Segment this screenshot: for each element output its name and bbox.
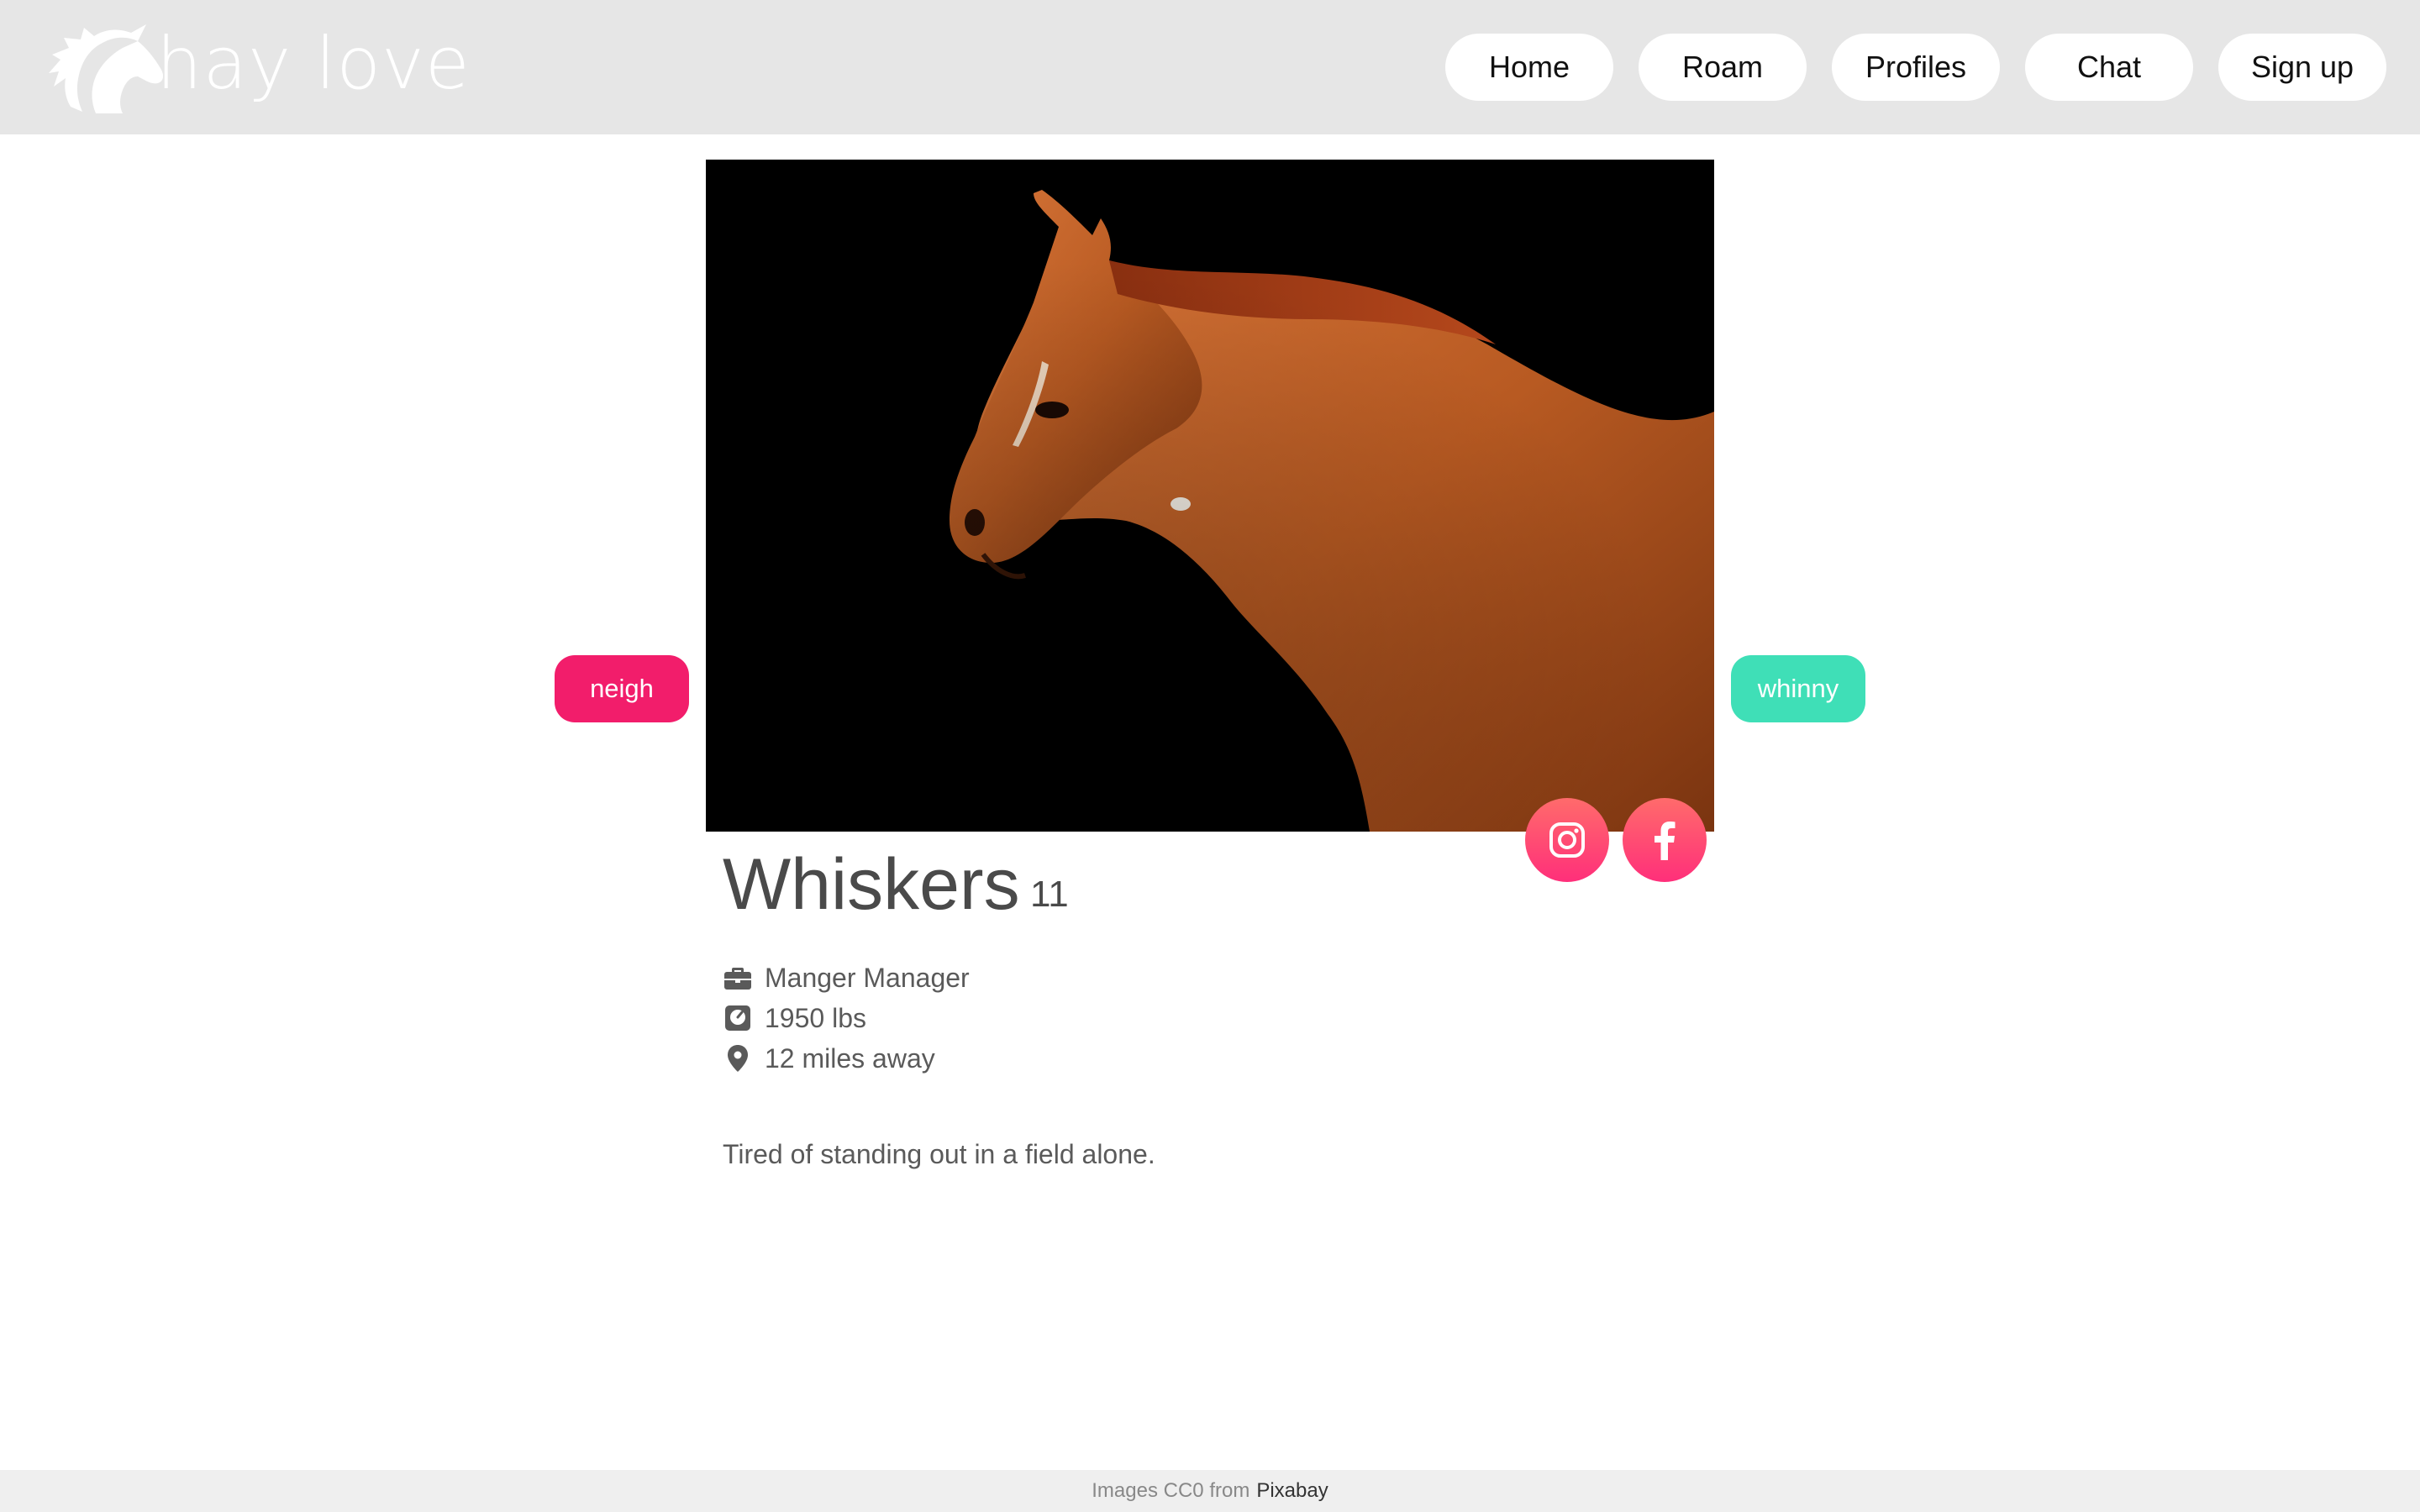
site-header: hay love Home Roam Profiles Chat Sign up (0, 0, 2420, 134)
facebook-button[interactable] (1623, 798, 1707, 882)
profile-photo (706, 160, 1714, 832)
main-nav: Home Roam Profiles Chat Sign up (1445, 34, 2386, 101)
whinny-button[interactable]: whinny (1731, 655, 1865, 722)
detail-distance: 12 miles away (723, 1038, 970, 1079)
scale-icon (725, 1005, 750, 1031)
weight-text: 1950 lbs (765, 1002, 866, 1033)
job-text: Manger Manager (765, 962, 970, 993)
profile-bio: Tired of standing out in a field alone. (723, 1139, 1155, 1169)
horse-head-icon (49, 24, 164, 113)
nav-profiles-button[interactable]: Profiles (1832, 34, 2000, 101)
nav-signup-button[interactable]: Sign up (2218, 34, 2386, 101)
briefcase-icon (724, 968, 751, 990)
chestnut-horse-photo (706, 160, 1714, 832)
detail-job: Manger Manager (723, 958, 970, 998)
pixabay-link[interactable]: Pixabay (1256, 1479, 1328, 1503)
profile-age: 11 (1030, 874, 1069, 915)
instagram-icon (1549, 822, 1585, 858)
profile-details: Manger Manager 1950 lbs 12 miles away (723, 958, 970, 1079)
nav-roam-button[interactable]: Roam (1639, 34, 1807, 101)
profile-name: Whiskers (723, 844, 1020, 925)
map-pin-icon (728, 1045, 748, 1072)
facebook-icon (1655, 822, 1676, 860)
neigh-button[interactable]: neigh (555, 655, 689, 722)
distance-text: 12 miles away (765, 1042, 935, 1074)
detail-weight: 1950 lbs (723, 998, 970, 1038)
site-footer: Images CC0 from Pixabay (0, 1470, 2420, 1512)
nav-chat-button[interactable]: Chat (2025, 34, 2193, 101)
nav-home-button[interactable]: Home (1445, 34, 1613, 101)
footer-credit-text: Images CC0 from (1092, 1479, 1250, 1502)
brand-name: hay love (156, 22, 471, 106)
instagram-button[interactable] (1525, 798, 1609, 882)
brand-logo[interactable]: hay love (45, 12, 471, 121)
